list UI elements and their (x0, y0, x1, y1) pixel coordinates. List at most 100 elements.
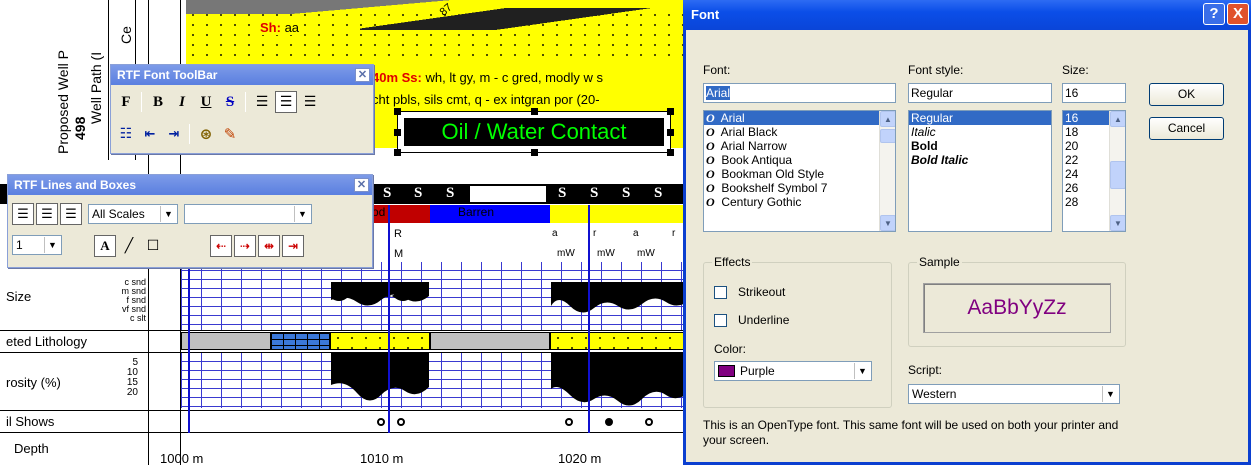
sandstone-description-2: cht pbls, sils cmt, q - ex intgran por (… (372, 92, 600, 107)
well-number: 498 (72, 116, 88, 140)
list-item[interactable]: O Book Antiqua (704, 153, 895, 167)
align-center-icon[interactable]: ☰ (275, 91, 297, 113)
sample-group: Sample AaBbYyZz (908, 255, 1126, 347)
align-center-icon[interactable]: ☰ (36, 203, 58, 225)
rtf-font-toolbar-title[interactable]: RTF Font ToolBar ✕ (111, 65, 373, 85)
align-left-icon[interactable]: ☰ (12, 203, 34, 225)
font-list[interactable]: O Arial O Arial Black O Arial Narrow O B… (703, 110, 896, 232)
rtf-lines-toolbar[interactable]: RTF Lines and Boxes ✕ ☰ ☰ ☰ All Scales ▼… (7, 174, 373, 268)
effects-group: Effects Strikeout Underline Color: Purpl… (703, 255, 892, 408)
grain-size-row-label: Size (6, 289, 32, 304)
list-item[interactable]: Regular (909, 111, 1051, 125)
scroll-up-icon[interactable]: ▲ (880, 111, 895, 127)
close-icon[interactable]: ✕ (354, 178, 369, 192)
lithology-row-label: eted Lithology (6, 334, 87, 349)
script-label: Script: (908, 363, 943, 377)
bullet-list-icon[interactable]: ☷ (115, 123, 137, 145)
underline-checkbox[interactable] (714, 314, 727, 327)
scroll-down-icon[interactable]: ▼ (1110, 215, 1125, 231)
font-dialog-title: Font (691, 7, 720, 22)
close-icon[interactable]: X (1227, 3, 1249, 25)
font-button[interactable]: F (115, 91, 137, 113)
indent-icon[interactable]: ⇥ (163, 123, 185, 145)
font-size-scrollbar[interactable]: ▲ ▼ (1109, 111, 1125, 231)
color-select[interactable]: Purple ▼ (714, 361, 872, 381)
align-right-icon[interactable]: ☰ (299, 91, 321, 113)
rtf-font-toolbar[interactable]: RTF Font ToolBar ✕ F B I U S ☰ ☰ ☰ ☷ ⇤ ⇥… (110, 64, 374, 154)
box-icon[interactable]: ☐ (142, 235, 164, 257)
color-label: Color: (714, 342, 747, 356)
size-label: Size: (1062, 63, 1089, 77)
chevron-down-icon[interactable]: ▼ (1102, 386, 1118, 402)
list-item[interactable]: O Arial Black (704, 125, 895, 139)
list-item[interactable]: Italic (909, 125, 1051, 139)
sample-text: AaBbYyZz (923, 283, 1111, 333)
font-style-input[interactable]: Regular (908, 83, 1052, 103)
sample-label: Sample (917, 255, 962, 269)
list-item[interactable]: O Bookshelf Symbol 7 (704, 181, 895, 195)
text-box-button[interactable]: A (94, 235, 116, 257)
list-item[interactable]: Bold (909, 139, 1051, 153)
font-dialog-titlebar[interactable]: Font ? X (683, 0, 1251, 30)
font-name-input[interactable]: Arial (703, 83, 896, 103)
sandstone-description: 40m Ss: wh, lt gy, m - c gred, modly w s (372, 70, 603, 85)
list-item[interactable]: Bold Italic (909, 153, 1051, 167)
cancel-button[interactable]: Cancel (1149, 117, 1224, 140)
arrow-right-icon[interactable]: ⇢ (234, 235, 256, 257)
strikeout-checkbox[interactable] (714, 286, 727, 299)
underline-label: Underline (738, 313, 790, 327)
help-icon[interactable]: ? (1203, 3, 1225, 25)
style-select[interactable]: ▼ (184, 204, 312, 224)
rtf-lines-toolbar-title[interactable]: RTF Lines and Boxes ✕ (8, 175, 372, 195)
font-list-scrollbar[interactable]: ▲ ▼ (879, 111, 895, 231)
list-item[interactable]: O Arial Narrow (704, 139, 895, 153)
effects-label: Effects (712, 255, 753, 269)
grain-size-curve (331, 282, 690, 313)
scale-select[interactable]: All Scales ▼ (88, 204, 178, 224)
scroll-down-icon[interactable]: ▼ (880, 215, 895, 231)
align-right-icon[interactable]: ☰ (60, 203, 82, 225)
line-icon[interactable]: ╱ (118, 235, 140, 257)
strikeout-button[interactable]: S (219, 91, 241, 113)
chevron-down-icon[interactable]: ▼ (294, 206, 310, 222)
script-select[interactable]: Western ▼ (908, 384, 1120, 404)
outdent-icon[interactable]: ⇤ (139, 123, 161, 145)
porosity-row-label: rosity (%) (6, 375, 61, 390)
font-description: This is an OpenType font. This same font… (703, 418, 1119, 447)
font-dialog[interactable]: Font ? X Font: Arial O Arial O Arial Bla… (683, 0, 1251, 465)
ok-button[interactable]: OK (1149, 83, 1224, 106)
color-swatch (718, 365, 735, 377)
list-item[interactable]: O Century Gothic (704, 195, 895, 209)
font-label: Font: (703, 63, 731, 77)
bold-button[interactable]: B (147, 91, 169, 113)
font-style-list[interactable]: Regular Italic Bold Bold Italic (908, 110, 1052, 232)
style-label: Font style: (908, 63, 964, 77)
line-width-select[interactable]: 1 ▼ (12, 235, 62, 255)
chevron-down-icon[interactable]: ▼ (854, 363, 870, 379)
scroll-up-icon[interactable]: ▲ (1110, 111, 1125, 127)
depth-1020: 1020 m (558, 451, 602, 465)
font-size-input[interactable]: 16 (1062, 83, 1126, 103)
close-icon[interactable]: ✕ (355, 68, 370, 82)
font-size-list[interactable]: 16 18 20 22 24 26 28 ▲ ▼ (1062, 110, 1126, 232)
list-item[interactable]: O Bookman Old Style (704, 167, 895, 181)
arrow-end-icon[interactable]: ⇥ (282, 235, 304, 257)
chevron-down-icon[interactable]: ▼ (160, 206, 176, 222)
depth-1000: 1000 m (160, 451, 204, 465)
chevron-down-icon[interactable]: ▼ (44, 237, 60, 253)
proposed-well-title: Proposed Well P (55, 49, 71, 154)
italic-button[interactable]: I (171, 91, 193, 113)
arrow-left-icon[interactable]: ⇠ (210, 235, 232, 257)
arrow-both-icon[interactable]: ⇹ (258, 235, 280, 257)
oil-shows-row-label: il Shows (6, 414, 55, 429)
contact-textbox[interactable]: Oil / Water Contact (394, 108, 674, 156)
list-item[interactable]: O Arial (704, 111, 895, 125)
symbol-icon[interactable]: ⊛ (195, 123, 217, 145)
underline-button[interactable]: U (195, 91, 217, 113)
highlight-icon[interactable]: ✎ (219, 123, 241, 145)
porosity-curve (331, 353, 690, 406)
column-title-fragment: Ce (118, 26, 134, 44)
align-left-icon[interactable]: ☰ (251, 91, 273, 113)
contact-label: Oil / Water Contact (404, 118, 664, 146)
well-path-title: Well Path (I (88, 51, 104, 124)
